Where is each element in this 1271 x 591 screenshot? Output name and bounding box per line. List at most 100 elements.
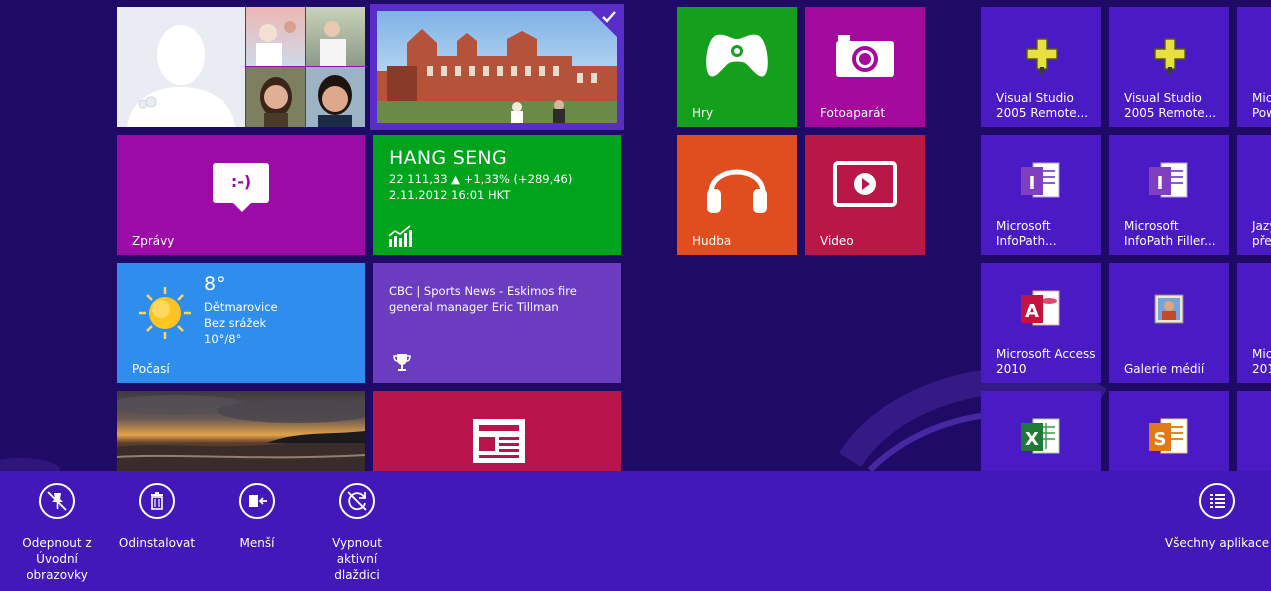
svg-text:I: I bbox=[1029, 173, 1036, 194]
weather-condition: Bez srážek bbox=[204, 316, 267, 330]
smaller-label: Menší bbox=[239, 536, 275, 550]
camera-label: Fotoaparát bbox=[820, 106, 886, 120]
camera-tile[interactable]: Fotoaparát bbox=[805, 7, 925, 127]
video-icon bbox=[833, 161, 897, 207]
sports-headline-1: CBC | Sports News - Eskimos fire bbox=[389, 284, 577, 298]
contact-photo-4 bbox=[306, 67, 365, 127]
speech-tail bbox=[232, 202, 252, 212]
visual-studio-icon bbox=[1026, 38, 1058, 74]
finance-value: 22 111,33 ▲ +1,33% (+289,46) bbox=[389, 172, 573, 186]
messaging-label: Zprávy bbox=[132, 234, 175, 248]
excel-icon: X bbox=[1021, 418, 1060, 454]
all-apps-button[interactable]: Všechny aplikace bbox=[1162, 483, 1271, 551]
desktop-tile[interactable] bbox=[117, 391, 365, 471]
svg-text:S: S bbox=[1154, 429, 1167, 450]
infopath1-line2: InfoPath... bbox=[996, 234, 1057, 248]
access-line1: Microsoft Access bbox=[996, 347, 1096, 361]
vs2-line1: Visual Studio bbox=[1124, 91, 1202, 105]
newspaper-icon bbox=[473, 419, 525, 463]
partial-tile-office[interactable]: Mic 201 bbox=[1237, 263, 1271, 383]
finance-title: HANG SENG bbox=[389, 147, 507, 169]
finance-date: 2.11.2012 16:01 HKT bbox=[389, 188, 511, 202]
infopath2-line2: InfoPath Filler... bbox=[1124, 234, 1216, 248]
photos-image bbox=[377, 11, 617, 123]
partial-tile-powerpoint[interactable]: Mic Pow bbox=[1237, 7, 1271, 127]
all-apps-label: Všechny aplikace bbox=[1164, 536, 1270, 550]
svg-text:X: X bbox=[1025, 429, 1039, 450]
infopath2-line1: Microsoft bbox=[1124, 219, 1179, 233]
unpin-label: Odepnout z Úvodní obrazovky bbox=[22, 536, 92, 582]
sharepoint-icon: S bbox=[1149, 418, 1188, 454]
sharepoint-tile[interactable]: S bbox=[1109, 391, 1229, 471]
app-bar: Odepnout z Úvodní obrazovky Odinstalovat… bbox=[0, 471, 1271, 591]
infopath-icon: I bbox=[1021, 162, 1060, 198]
sun-icon bbox=[139, 287, 191, 339]
contact-photo-3 bbox=[246, 67, 305, 127]
excel-tile[interactable]: X bbox=[981, 391, 1101, 471]
finance-tile[interactable]: HANG SENG 22 111,33 ▲ +1,33% (+289,46) 2… bbox=[373, 135, 621, 255]
uninstall-label: Odinstalovat bbox=[118, 536, 196, 550]
messaging-tile[interactable]: :-) Zprávy bbox=[117, 135, 365, 255]
chart-up-icon bbox=[388, 225, 412, 247]
live-tile-off-button[interactable]: Vypnout aktivní dlaždici bbox=[302, 483, 412, 583]
xbox-controller-icon bbox=[706, 34, 768, 77]
vs2-line2: 2005 Remote... bbox=[1124, 106, 1217, 120]
media-gallery-icon bbox=[1154, 294, 1184, 324]
sunset-image bbox=[117, 395, 365, 471]
vs1-line1: Visual Studio bbox=[996, 91, 1074, 105]
contact-photo-2 bbox=[306, 7, 365, 66]
unpin-button[interactable]: Odepnout z Úvodní obrazovky bbox=[2, 483, 112, 583]
visual-studio-icon bbox=[1154, 38, 1186, 74]
unpin-icon bbox=[39, 483, 75, 519]
uninstall-button[interactable]: Odinstalovat bbox=[102, 483, 212, 551]
trash-icon bbox=[139, 483, 175, 519]
media-gallery-tile[interactable]: Galerie médií bbox=[1109, 263, 1229, 383]
infopath-filler-tile[interactable]: I Microsoft InfoPath Filler... bbox=[1109, 135, 1229, 255]
partial-tile-language[interactable]: Jazy před bbox=[1237, 135, 1271, 255]
music-label: Hudba bbox=[692, 234, 732, 248]
vs1-line2: 2005 Remote... bbox=[996, 106, 1089, 120]
trophy-icon bbox=[393, 354, 411, 371]
photos-tile[interactable] bbox=[370, 4, 624, 130]
col3-row1-line1: Mic bbox=[1252, 91, 1271, 105]
weather-temp: 8° bbox=[204, 273, 226, 295]
weather-tile[interactable]: 8° Dětmarovice Bez srážek 10°/8° Počasí bbox=[117, 263, 365, 383]
people-tile[interactable] bbox=[117, 7, 365, 127]
infopath1-line1: Microsoft bbox=[996, 219, 1051, 233]
person-silhouette-image bbox=[117, 7, 245, 127]
svg-text:I: I bbox=[1157, 173, 1164, 194]
col3-row3-line2: 201 bbox=[1252, 362, 1271, 376]
access-tile[interactable]: A Microsoft Access 2010 bbox=[981, 263, 1101, 383]
emoticon-text: :-) bbox=[230, 172, 252, 191]
access-icon: A bbox=[1021, 290, 1060, 326]
contact-photo-1 bbox=[246, 7, 305, 66]
all-apps-icon bbox=[1199, 483, 1235, 519]
gallery-label: Galerie médií bbox=[1124, 362, 1205, 376]
video-label: Video bbox=[820, 234, 854, 248]
games-tile[interactable]: Hry bbox=[677, 7, 797, 127]
resize-smaller-icon bbox=[239, 483, 275, 519]
infopath-filler-icon: I bbox=[1149, 162, 1188, 198]
partial-tile-bottom[interactable] bbox=[1237, 391, 1271, 471]
vs2005-remote-tile-2[interactable]: Visual Studio 2005 Remote... bbox=[1109, 7, 1229, 127]
games-label: Hry bbox=[692, 106, 714, 120]
smaller-button[interactable]: Menší bbox=[202, 483, 312, 551]
camera-icon bbox=[836, 35, 894, 77]
col3-row1-line2: Pow bbox=[1252, 106, 1271, 120]
infopath-tile[interactable]: I Microsoft InfoPath... bbox=[981, 135, 1101, 255]
headphones-icon bbox=[707, 169, 767, 213]
messaging-icon: :-) bbox=[213, 163, 269, 203]
col3-row3-line1: Mic bbox=[1252, 347, 1271, 361]
video-tile[interactable]: Video bbox=[805, 135, 925, 255]
music-tile[interactable]: Hudba bbox=[677, 135, 797, 255]
weather-range: 10°/8° bbox=[204, 332, 242, 346]
checkmark-icon bbox=[602, 11, 616, 23]
sports-tile[interactable]: CBC | Sports News - Eskimos fire general… bbox=[373, 263, 621, 383]
live-tile-off-label: Vypnout aktivní dlaždici bbox=[332, 536, 382, 582]
col3-row2-line2: před bbox=[1252, 234, 1271, 248]
news-tile[interactable] bbox=[373, 391, 621, 471]
weather-city: Dětmarovice bbox=[204, 300, 278, 314]
sports-headline-2: general manager Eric Tillman bbox=[389, 300, 559, 314]
col3-row2-line1: Jazy bbox=[1252, 219, 1271, 233]
vs2005-remote-tile-1[interactable]: Visual Studio 2005 Remote... bbox=[981, 7, 1101, 127]
